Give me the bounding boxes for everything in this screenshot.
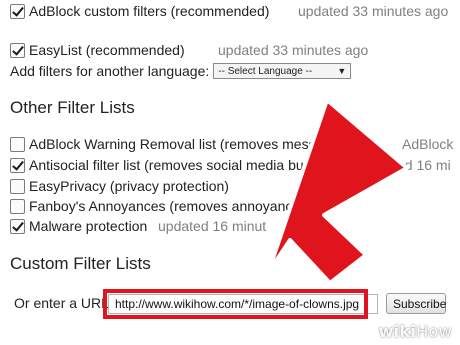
- arrow-shape: [266, 98, 409, 285]
- wikihow-watermark: wikiHow: [379, 322, 452, 341]
- watermark-prefix: wiki: [378, 322, 417, 341]
- adblock-filter-settings: AdBlock custom filters (recommended) upd…: [0, 0, 460, 345]
- watermark-suffix: How: [416, 322, 452, 341]
- red-arrow-icon: [266, 98, 409, 285]
